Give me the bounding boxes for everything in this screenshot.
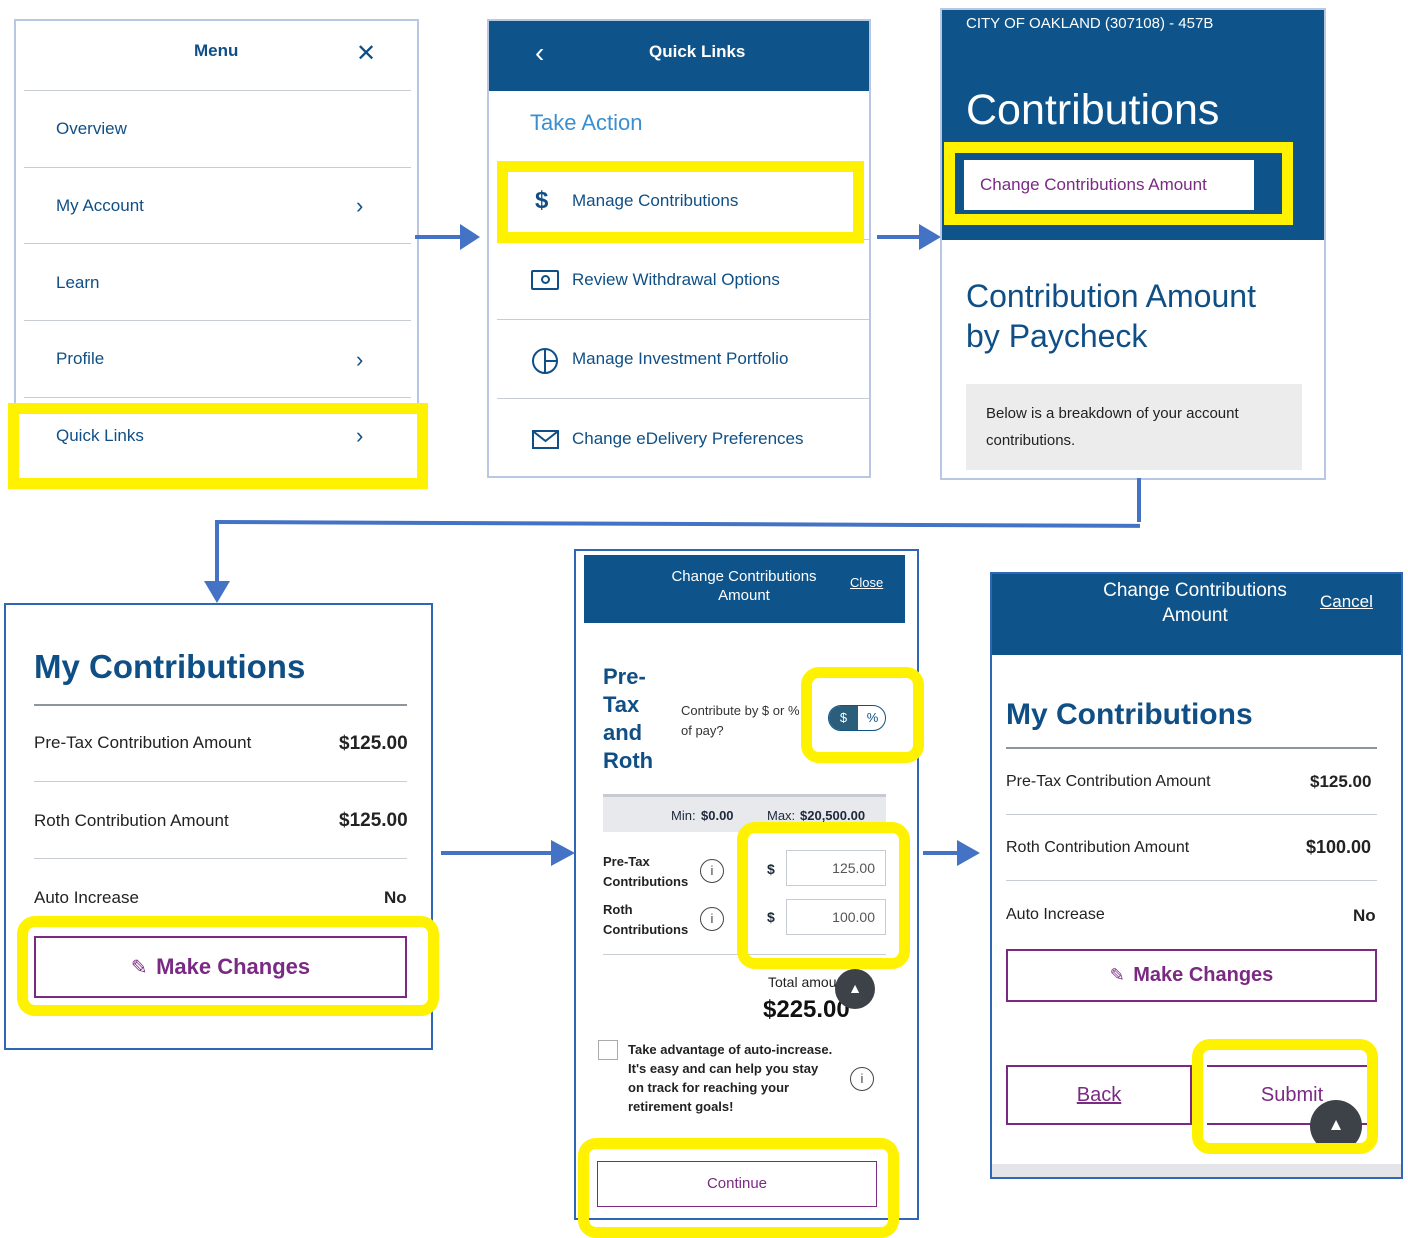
cancel-link[interactable]: Cancel bbox=[1320, 592, 1373, 612]
menu-item-overview[interactable]: Overview bbox=[56, 119, 127, 139]
review-title: Change Contributions Amount bbox=[1103, 580, 1287, 626]
quick-links-title: Quick Links bbox=[649, 42, 746, 61]
envelope-icon bbox=[532, 430, 559, 449]
close-link[interactable]: Close bbox=[850, 575, 883, 590]
highlight-change-contributions bbox=[944, 142, 1293, 225]
flow-connector bbox=[1137, 478, 1141, 522]
page-title: Contributions bbox=[966, 86, 1220, 134]
roth-label: Roth Contribution Amount bbox=[1006, 839, 1190, 856]
make-changes-button[interactable]: ✎ Make Changes bbox=[1006, 949, 1377, 1002]
change-form-header: Change Contributions Amount Close bbox=[584, 555, 905, 623]
scroll-top-icon[interactable]: ▲ bbox=[835, 969, 875, 1009]
highlight-toggle bbox=[801, 667, 924, 763]
pie-chart-icon bbox=[532, 348, 558, 374]
menu-title: Menu bbox=[194, 41, 239, 60]
max-value: $20,500.00 bbox=[800, 808, 866, 823]
form-heading: Pre- Tax and Roth bbox=[603, 664, 654, 773]
auto-increase-label: Auto Increase bbox=[34, 888, 139, 907]
flow-connector bbox=[214, 520, 1140, 528]
info-icon[interactable]: i bbox=[700, 859, 724, 883]
menu-item-profile[interactable]: Profile bbox=[56, 349, 104, 369]
auto-increase-checkbox[interactable] bbox=[598, 1040, 618, 1060]
chevron-right-icon: › bbox=[356, 347, 364, 372]
total-label: Total amou bbox=[768, 974, 837, 990]
back-chevron-icon[interactable]: ‹ bbox=[535, 37, 544, 69]
contribute-by-question: Contribute by $ or % of pay? bbox=[681, 703, 800, 738]
auto-increase-text: Take advantage of auto-increase. It's ea… bbox=[628, 1042, 833, 1114]
section-heading-line2: by Paycheck bbox=[966, 318, 1148, 354]
roth-label: Roth Contribution Amount bbox=[34, 811, 229, 830]
pencil-icon: ✎ bbox=[1109, 965, 1125, 985]
highlight-submit bbox=[1192, 1039, 1378, 1154]
arrow-head-icon bbox=[957, 840, 980, 866]
info-box: Below is a breakdown of your account con… bbox=[966, 384, 1302, 470]
back-label: Back bbox=[1076, 1084, 1122, 1106]
make-changes-label: Make Changes bbox=[1133, 964, 1274, 986]
pretax-label: Pre-Tax Contribution Amount bbox=[1006, 773, 1211, 790]
section-title: Take Action bbox=[530, 110, 643, 135]
min-value: $0.00 bbox=[701, 808, 734, 823]
review-contributions-title: My Contributions bbox=[1006, 698, 1253, 731]
quick-links-header: ‹ Quick Links bbox=[489, 21, 869, 91]
review-withdrawal-link[interactable]: Review Withdrawal Options bbox=[572, 270, 780, 290]
close-icon[interactable]: ✕ bbox=[356, 39, 376, 68]
plan-name: CITY OF OAKLAND (307108) - 457B bbox=[966, 15, 1214, 32]
auto-increase-value: No bbox=[384, 888, 407, 907]
quick-links-panel: ‹ Quick Links Take Action $ Manage Contr… bbox=[487, 19, 871, 478]
menu-item-my-account[interactable]: My Account bbox=[56, 196, 144, 216]
flow-connector bbox=[215, 524, 219, 586]
cash-icon bbox=[531, 270, 559, 290]
highlight-quick-links bbox=[8, 403, 428, 489]
min-label: Min: bbox=[671, 808, 696, 823]
section-heading-line1: Contribution Amount bbox=[966, 278, 1256, 314]
menu-item-learn[interactable]: Learn bbox=[56, 273, 99, 293]
arrow-head-icon bbox=[919, 224, 941, 250]
pretax-field-label: Pre-Tax Contributions bbox=[603, 854, 689, 889]
pretax-label: Pre-Tax Contribution Amount bbox=[34, 733, 252, 752]
roth-value: $100.00 bbox=[1306, 837, 1372, 857]
contributions-panel: CITY OF OAKLAND (307108) - 457B Contribu… bbox=[940, 8, 1326, 480]
info-icon[interactable]: i bbox=[700, 907, 724, 931]
change-edelivery-link[interactable]: Change eDelivery Preferences bbox=[572, 429, 804, 449]
highlight-make-changes bbox=[17, 916, 439, 1016]
auto-increase-label: Auto Increase bbox=[1006, 906, 1105, 923]
footer-bar bbox=[992, 1164, 1401, 1177]
change-form-title: Change Contributions Amount bbox=[671, 568, 817, 604]
roth-value: $125.00 bbox=[339, 810, 408, 831]
highlight-continue bbox=[578, 1138, 899, 1238]
max-label: Max: bbox=[767, 808, 796, 823]
auto-increase-value: No bbox=[1353, 906, 1376, 925]
arrow-head-icon bbox=[204, 581, 230, 603]
my-contributions-title: My Contributions bbox=[34, 648, 306, 685]
arrow-head-icon bbox=[460, 224, 480, 250]
manage-portfolio-link[interactable]: Manage Investment Portfolio bbox=[572, 349, 788, 369]
pretax-value: $125.00 bbox=[339, 733, 408, 754]
chevron-right-icon: › bbox=[356, 193, 364, 218]
flow-arrow bbox=[415, 235, 463, 239]
flow-arrow bbox=[877, 235, 922, 239]
highlight-manage-contributions bbox=[497, 161, 864, 243]
info-icon[interactable]: i bbox=[850, 1067, 874, 1091]
roth-field-label: Roth Contributions bbox=[603, 902, 689, 937]
flow-arrow bbox=[923, 851, 960, 855]
pretax-value: $125.00 bbox=[1310, 772, 1372, 791]
review-header: Change Contributions Amount Cancel bbox=[992, 574, 1401, 655]
highlight-inputs bbox=[737, 822, 910, 969]
info-text: Below is a breakdown of your account con… bbox=[986, 405, 1239, 449]
arrow-head-icon bbox=[551, 840, 575, 866]
back-button[interactable]: Back bbox=[1006, 1065, 1192, 1125]
total-value: $225.00 bbox=[763, 996, 850, 1023]
flow-arrow bbox=[441, 851, 553, 855]
